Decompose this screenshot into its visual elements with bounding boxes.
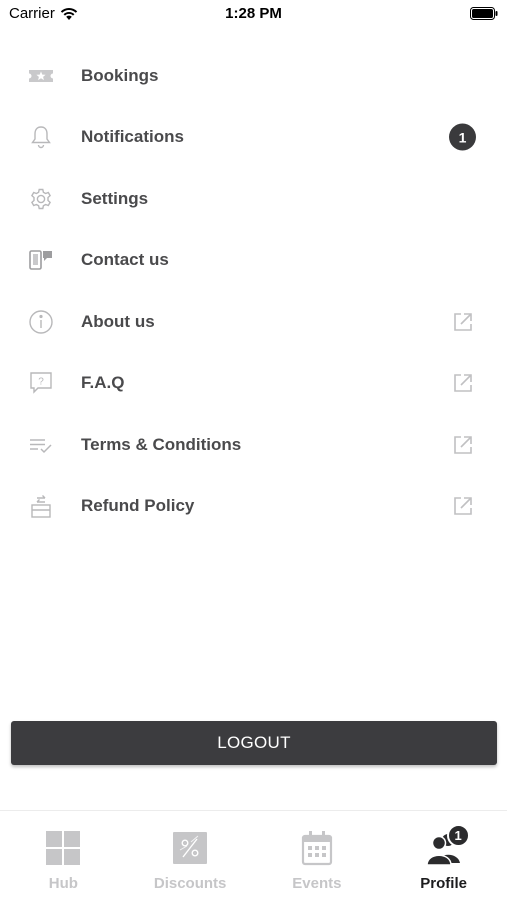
grid-icon [45,830,81,866]
logout-button[interactable]: LOGOUT [11,721,497,765]
menu-item-about-us[interactable]: About us [0,291,507,353]
menu-item-label: About us [81,311,155,331]
info-circle-icon [26,307,56,337]
svg-text:?: ? [38,377,44,388]
profile-menu: Bookings Notifications 1 Settings Contac… [0,45,507,537]
menu-item-faq[interactable]: ? F.A.Q [0,353,507,415]
menu-item-refund-policy[interactable]: Refund Policy [0,476,507,538]
gear-icon [26,184,56,214]
tab-bar: Hub Discounts Events 1 Profile [0,810,507,900]
menu-item-label: F.A.Q [81,373,125,393]
menu-item-bookings[interactable]: Bookings [0,45,507,107]
menu-item-terms[interactable]: Terms & Conditions [0,414,507,476]
external-link-icon[interactable] [452,372,474,394]
menu-item-label: Notifications [81,127,184,147]
external-link-icon[interactable] [452,495,474,517]
menu-item-label: Contact us [81,250,169,270]
tab-hub[interactable]: Hub [0,811,127,900]
ticket-star-icon [26,61,56,91]
status-time: 1:28 PM [225,5,282,22]
external-link-icon[interactable] [452,311,474,333]
menu-item-label: Settings [81,188,149,208]
people-icon: 1 [425,824,470,866]
menu-item-label: Bookings [81,65,159,85]
menu-item-notifications[interactable]: Notifications 1 [0,107,507,169]
tab-events[interactable]: Events [254,811,381,900]
status-bar: Carrier 1:28 PM [0,0,507,30]
menu-item-label: Terms & Conditions [81,434,242,454]
tab-label: Discounts [153,875,227,892]
question-bubble-icon: ? [26,368,56,398]
refund-icon [26,491,56,521]
menu-item-contact-us[interactable]: Contact us [0,230,507,292]
notification-badge: 1 [449,123,476,151]
menu-item-label: Refund Policy [81,496,195,516]
tab-label: Events [292,875,342,892]
devices-icon [26,245,56,275]
menu-item-settings[interactable]: Settings [0,168,507,230]
tab-profile[interactable]: 1 Profile [380,811,507,900]
tab-discounts[interactable]: Discounts [127,811,254,900]
profile-badge: 1 [446,824,470,847]
tab-label: Profile [420,875,467,892]
battery-icon [470,7,498,20]
discount-icon [172,830,208,866]
bell-icon [26,122,56,152]
calendar-icon [299,830,335,866]
list-check-icon [26,430,56,460]
tab-label: Hub [48,875,78,892]
external-link-icon[interactable] [452,434,474,456]
